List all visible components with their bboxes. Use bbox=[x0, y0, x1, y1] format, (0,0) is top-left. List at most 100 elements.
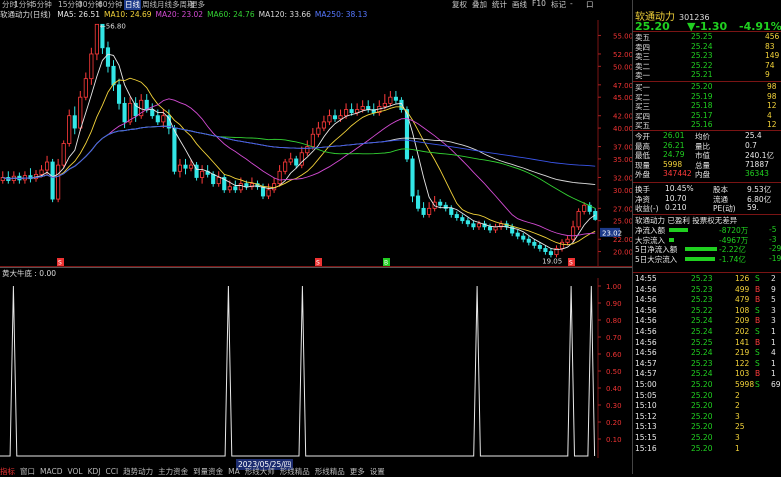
tick-price: 25.20 bbox=[691, 433, 713, 442]
stat-value: 26.01 bbox=[663, 131, 685, 140]
quote-body: 卖五 25.25 456 卖四 25.24 83 卖三 25.23 149 卖二 25.22 74 卖一… bbox=[633, 0, 781, 474]
indicator-chart[interactable]: 1.00 0.90 0.80 0.70 0.60 0.50 0.40 0.30 0.20 0.10 bbox=[0, 278, 632, 458]
toolbar-button[interactable]: 画线 bbox=[512, 0, 527, 10]
flow-row: 5日大宗流入 -1.74亿 -19 bbox=[635, 254, 781, 264]
tick-count: 4 bbox=[771, 348, 776, 358]
tick-time: 15:10 bbox=[635, 401, 657, 411]
toolbar-button[interactable]: 统计 bbox=[492, 0, 507, 10]
candle-body bbox=[50, 161, 55, 200]
candle-body bbox=[94, 23, 99, 55]
y-tick-label: 0.90 bbox=[606, 300, 622, 308]
bid-volume: 98 bbox=[767, 91, 777, 101]
flow-value: -1.74亿 bbox=[719, 254, 746, 264]
candle-body bbox=[454, 214, 459, 218]
indicator-tab[interactable]: 主力资金 bbox=[158, 467, 188, 476]
tick-time: 14:56 bbox=[635, 348, 657, 358]
candle-body bbox=[45, 161, 50, 171]
tick-volume: 103 bbox=[735, 369, 750, 379]
candle-body bbox=[260, 186, 266, 197]
chart-title: 软通动力(日线) bbox=[0, 10, 51, 19]
tick-volume: 126 bbox=[735, 274, 750, 283]
tick-price: 25.25 bbox=[691, 337, 713, 347]
stat-row: 外盘 347442 内盘 36343 bbox=[635, 169, 781, 179]
tick-time: 15:15 bbox=[635, 433, 657, 442]
candle-body bbox=[89, 53, 94, 80]
stat-value: 5998 bbox=[663, 159, 683, 169]
tick-volume: 141 bbox=[735, 337, 750, 347]
candle-body bbox=[105, 47, 111, 67]
y-tick-label: 50.00 bbox=[613, 63, 632, 71]
indicator-tab[interactable]: MACD bbox=[40, 467, 62, 476]
tick-row: 14:57 25.23 122 S 1 bbox=[635, 359, 781, 369]
toolbar-button[interactable]: - bbox=[570, 0, 573, 8]
y-tick-label: 47.00 bbox=[613, 82, 632, 90]
toolbar-button[interactable]: F10 bbox=[532, 0, 546, 8]
indicator-tab[interactable]: 形线精品 bbox=[315, 467, 345, 476]
candle-body bbox=[216, 177, 221, 185]
indicator-tab[interactable]: 更多 bbox=[350, 467, 365, 476]
candle-body bbox=[571, 226, 576, 240]
indicator-tab[interactable]: 趋势动力 bbox=[123, 467, 153, 476]
indicator-tab[interactable]: 形线大师 bbox=[245, 467, 275, 476]
stat-value: 25.4 bbox=[745, 131, 762, 140]
signal-marker-label: S bbox=[58, 260, 62, 267]
flow-bar bbox=[685, 256, 715, 261]
tick-volume: 2 bbox=[735, 401, 740, 411]
pane-divider[interactable] bbox=[0, 267, 632, 268]
toolbar-button[interactable]: 口 bbox=[586, 0, 594, 10]
tick-count: 5 bbox=[771, 295, 776, 305]
tick-time: 14:56 bbox=[635, 295, 657, 305]
high-annotation: ←56.80 bbox=[100, 22, 126, 30]
toolbar-button[interactable]: 叠加 bbox=[472, 0, 487, 10]
candle-body bbox=[288, 158, 293, 163]
candle-body bbox=[161, 115, 166, 123]
candle-body bbox=[388, 96, 393, 104]
indicator-tab[interactable]: 指标 bbox=[0, 467, 15, 476]
tick-time: 14:56 bbox=[635, 337, 657, 347]
tick-row: 14:56 25.25 141 B 1 bbox=[635, 338, 781, 348]
tick-volume: 209 bbox=[735, 316, 750, 326]
ma-legend-item: MA5: 26.51 bbox=[57, 10, 101, 19]
bid-volume: 12 bbox=[767, 101, 777, 110]
section-divider bbox=[633, 272, 781, 273]
candle-body bbox=[465, 220, 470, 225]
indicator-tab[interactable]: VOL bbox=[67, 467, 82, 476]
tick-price: 25.24 bbox=[691, 327, 713, 336]
indicator-tab[interactable]: MA bbox=[228, 467, 240, 476]
ma-legend-item: MA10: 24.69 bbox=[104, 10, 152, 19]
toolbar-button[interactable]: 复权 bbox=[452, 0, 467, 10]
candle-body bbox=[344, 109, 349, 117]
candle-body bbox=[183, 164, 188, 169]
y-tick-label: 55.00 bbox=[613, 32, 632, 40]
flow-bar bbox=[685, 247, 718, 251]
indicator-tab[interactable]: 到量资金 bbox=[193, 467, 223, 476]
y-tick-label: 0.10 bbox=[606, 436, 622, 444]
tick-price: 25.20 bbox=[691, 380, 713, 389]
indicator-tab[interactable]: 形线精品 bbox=[280, 467, 310, 476]
tick-volume: 108 bbox=[735, 305, 750, 315]
bid-volume: 12 bbox=[767, 120, 777, 129]
candle-body bbox=[559, 241, 565, 249]
bid-row: 买三 25.18 12 bbox=[635, 101, 781, 111]
low-annotation: 19.05 bbox=[542, 257, 562, 265]
candle-body bbox=[283, 161, 288, 172]
stat-value: 26.21 bbox=[663, 140, 685, 150]
toolbar-button[interactable]: 标记 bbox=[551, 0, 566, 10]
candle-body bbox=[526, 238, 531, 243]
ma-line-ma10 bbox=[2, 77, 596, 246]
candle-body bbox=[172, 127, 177, 172]
y-tick-label: 40.00 bbox=[613, 125, 632, 133]
candle-body bbox=[355, 109, 360, 114]
signal-marker-label: B bbox=[384, 260, 388, 267]
y-tick-label: 1.00 bbox=[606, 283, 622, 291]
indicator-tab[interactable]: 设置 bbox=[370, 467, 385, 476]
tick-time: 14:56 bbox=[635, 305, 657, 315]
indicator-tab[interactable]: KDJ bbox=[88, 467, 101, 476]
tick-side: S bbox=[755, 305, 760, 315]
candlestick-chart[interactable]: 55.00 52.00 50.00 47.00 45.00 42.00 40.00 37.00… bbox=[0, 20, 632, 267]
indicator-tab[interactable]: 窗口 bbox=[20, 467, 35, 476]
stat-label: 外盘 bbox=[635, 170, 650, 179]
flow-label: 5日大宗流入 bbox=[635, 254, 678, 264]
indicator-tab[interactable]: CCI bbox=[105, 467, 118, 476]
stat-row: 现量 5998 总量 71887 bbox=[635, 160, 781, 170]
